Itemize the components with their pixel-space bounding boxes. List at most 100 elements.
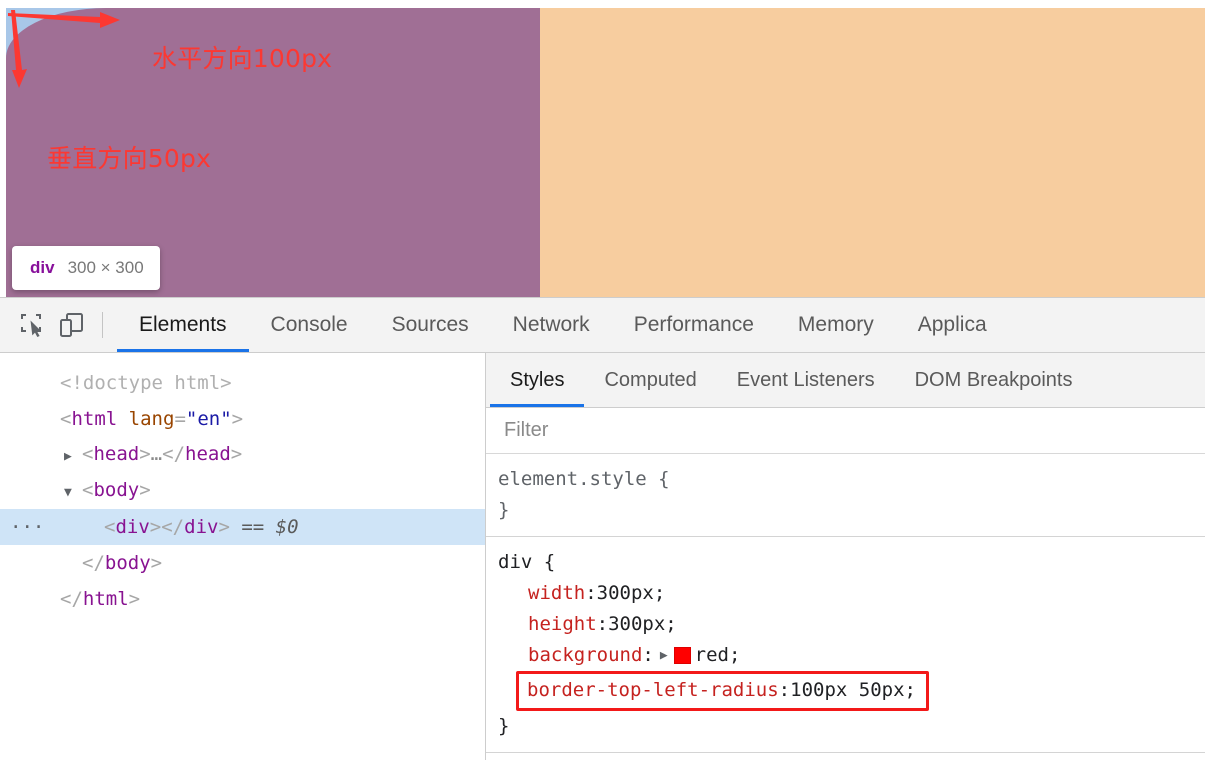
tab-sources[interactable]: Sources [370, 298, 491, 352]
vertical-radius-annotation: 垂直方向50px [47, 144, 212, 173]
dom-token-tag: body [104, 552, 151, 574]
device-toolbar-icon [60, 313, 83, 337]
tab-styles-label: Styles [510, 368, 565, 391]
dom-token-tag: head [93, 442, 140, 465]
styles-sidebar-tabs: Styles Computed Event Listeners DOM Brea… [486, 353, 1205, 408]
device-toolbar-button[interactable] [52, 306, 90, 344]
css-property-name[interactable]: height [528, 609, 597, 640]
css-property-name[interactable]: border-top-left-radius [527, 675, 779, 706]
dom-token-bracket: </ [161, 516, 185, 538]
css-selector-line[interactable]: element.style { [498, 464, 1205, 495]
dom-token-ellip: … [150, 442, 163, 465]
collapse-triangle-icon[interactable]: ▼ [64, 475, 82, 511]
tab-styles[interactable]: Styles [490, 353, 585, 407]
tooltip-dimensions: 300 × 300 [67, 258, 144, 277]
dom-node-row[interactable]: <!doctype html> [0, 365, 485, 401]
expand-triangle-icon[interactable]: ▶ [64, 439, 82, 475]
dom-node-content: ▼ <body> [42, 472, 151, 511]
devtools-panel: Elements Console Sources Network Perform… [0, 297, 1205, 760]
inspect-element-button[interactable] [14, 306, 52, 344]
css-declaration[interactable]: background: ▶ red; [498, 640, 1205, 671]
toolbar-divider [102, 312, 103, 338]
tab-application[interactable]: Applica [896, 298, 1009, 352]
css-declaration-row[interactable]: border-top-left-radius: 100px 50px; [498, 671, 1205, 711]
css-property-name[interactable]: width [528, 578, 585, 609]
expand-shorthand-triangle-icon[interactable]: ▶ [660, 640, 668, 671]
dom-token-attr: lang [128, 408, 175, 430]
css-rule-block[interactable]: element.style {} [486, 454, 1205, 537]
devtools-body: <!doctype html> <html lang="en"> ▶ <head>…<… [0, 353, 1205, 760]
css-selector-line[interactable]: div { [498, 547, 1205, 578]
dom-token-bracket: </ [162, 442, 186, 465]
dom-token-space [117, 408, 128, 430]
styles-panel: Styles Computed Event Listeners DOM Brea… [486, 353, 1205, 760]
dom-node-row-selected[interactable]: ··· <div></div> == $0 [0, 509, 485, 545]
css-property-value[interactable]: 300px; [608, 609, 677, 640]
dom-node-content: </html> [42, 581, 140, 617]
css-colon: : [585, 582, 597, 604]
dom-node-row[interactable]: ▼ <body> [0, 473, 485, 509]
tab-elements-label: Elements [139, 313, 227, 336]
tab-computed[interactable]: Computed [584, 353, 716, 407]
css-colon: : [596, 613, 609, 635]
tab-console[interactable]: Console [249, 298, 370, 352]
dom-token-space [230, 516, 241, 538]
css-property-value[interactable]: red; [695, 640, 741, 671]
dom-node-row[interactable]: </body> [0, 545, 485, 581]
tab-event-listeners[interactable]: Event Listeners [717, 353, 895, 407]
css-colon: : [778, 679, 791, 701]
dom-token-tag: html [82, 588, 129, 610]
css-rule-close-brace: } [498, 711, 1205, 742]
css-selector: div { [498, 551, 556, 573]
css-rules-list[interactable]: element.style {} div {width: 300px; height… [486, 454, 1205, 760]
css-declaration[interactable]: width: 300px; [498, 578, 1205, 609]
dom-node-content: <div></div> == $0 [42, 509, 299, 545]
tab-elements[interactable]: Elements [117, 298, 249, 352]
dom-token-bracket: < [82, 442, 94, 465]
dom-node-content: ▶ <head>…</head> [42, 436, 242, 475]
css-property-value[interactable]: 100px 50px; [790, 675, 916, 706]
dom-tree-panel[interactable]: <!doctype html> <html lang="en"> ▶ <head>…<… [0, 353, 486, 760]
dom-token-tag: html [71, 408, 118, 430]
dom-token-bracket: < [60, 408, 72, 430]
tooltip-tag-name: div [30, 258, 55, 277]
dom-token-bracket: > [128, 588, 141, 610]
dom-node-content: <!doctype html> [42, 365, 232, 401]
css-selector: element.style { [498, 468, 670, 490]
color-swatch-icon[interactable] [673, 647, 691, 664]
dom-token-bracket: = [174, 408, 186, 430]
tab-network[interactable]: Network [491, 298, 612, 352]
dom-token-tag: div [115, 516, 150, 538]
css-declaration-row[interactable]: height: 300px; [498, 609, 1205, 640]
dom-token-doctype: <!doctype html> [60, 372, 232, 394]
css-declaration-row[interactable]: width: 300px; [498, 578, 1205, 609]
css-close-brace: } [498, 499, 510, 521]
dom-token-tag: div [184, 516, 219, 538]
dom-token-bracket: > [231, 408, 244, 430]
css-rule-close-brace: } [498, 495, 1205, 526]
dom-token-tag: body [93, 478, 140, 501]
dom-token-bracket: > [139, 442, 151, 465]
css-declaration-highlighted[interactable]: border-top-left-radius: 100px 50px; [516, 671, 929, 711]
dom-node-content: </body> [42, 545, 162, 581]
css-property-name[interactable]: background [528, 640, 642, 671]
tab-performance-label: Performance [633, 313, 754, 336]
css-rule-block[interactable]: div {width: 300px; height: 300px; backgrou… [486, 537, 1205, 753]
tab-memory[interactable]: Memory [776, 298, 896, 352]
dom-node-row[interactable]: <html lang="en"> [0, 401, 485, 437]
dom-token-bracket: </ [82, 552, 105, 574]
dom-row-gutter[interactable]: ··· [10, 509, 44, 545]
css-declaration[interactable]: height: 300px; [498, 609, 1205, 640]
dom-node-row[interactable]: ▶ <head>…</head> [0, 437, 485, 473]
css-declaration-row[interactable]: background: ▶ red; [498, 640, 1205, 671]
css-property-value[interactable]: 300px; [597, 578, 666, 609]
vertical-measure-arrow [11, 10, 27, 88]
dom-token-bracket: > [139, 478, 151, 501]
styles-filter-input[interactable] [502, 418, 1205, 443]
tab-network-label: Network [512, 313, 590, 336]
dom-node-content: <html lang="en"> [42, 401, 243, 437]
dom-token-bracket: < [82, 478, 94, 501]
dom-node-row[interactable]: </html> [0, 581, 485, 617]
tab-performance[interactable]: Performance [612, 298, 776, 352]
tab-dom-breakpoints[interactable]: DOM Breakpoints [895, 353, 1093, 407]
